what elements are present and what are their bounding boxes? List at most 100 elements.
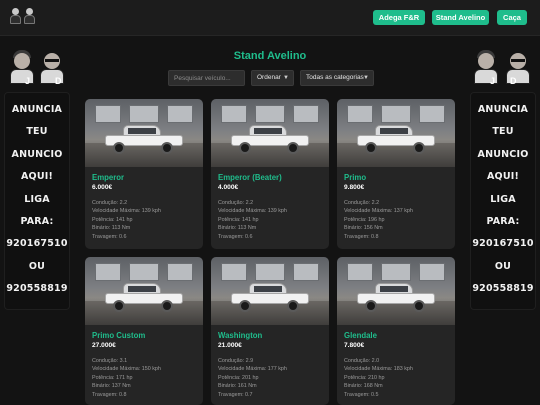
vehicle-image [211, 257, 329, 325]
vehicle-specs: Condução: 2.2 Velocidade Máxima: 139 kph P… [92, 199, 196, 241]
vehicle-spec: Binário: 168 Nm [344, 383, 383, 390]
car-icon [229, 281, 311, 312]
vehicle-spec: Potência: 141 hp [92, 216, 133, 223]
chevron-down-icon: ▼ [283, 75, 289, 81]
vehicle-card[interactable]: Washington 21.000€ Condução: 2.9 Velocidade… [211, 257, 329, 405]
ad-line: AQUI! [20, 171, 53, 183]
vehicle-price: 6.000€ [92, 184, 113, 191]
two-people-logo-icon[interactable] [10, 8, 36, 24]
vehicle-spec: Condução: 2.2 [344, 200, 380, 206]
left-ad-sidebar: J D ANUNCIA TEU ANUNCIO AQUI! LIGA PARA:… [4, 50, 70, 310]
monogram-letter: J [25, 76, 31, 86]
vehicle-spec: Travagem: 0.6 [92, 233, 127, 240]
ad-line: LIGA [490, 193, 516, 205]
vehicle-name: Washington [218, 331, 263, 340]
ad-line: TEU [26, 126, 48, 138]
vehicle-spec: Potência: 196 hp [344, 216, 385, 223]
vehicle-spec: Velocidade Máxima: 137 kph [344, 208, 413, 215]
vehicle-image [337, 99, 455, 167]
vehicle-spec: Potência: 210 hp [344, 374, 385, 381]
vehicle-name: Glendale [344, 331, 377, 340]
vehicle-spec: Binário: 161 Nm [218, 383, 257, 390]
vehicle-specs: Condução: 2.0 Velocidade Máxima: 183 kph P… [344, 357, 448, 399]
monogram-letter: D [510, 76, 517, 86]
car-icon [355, 281, 437, 312]
ad-panel: ANUNCIA TEU ANUNCIO AQUI! LIGA PARA: 920… [4, 92, 70, 310]
monogram-letter: D [55, 76, 62, 86]
vehicle-spec: Condução: 2.0 [344, 358, 380, 364]
vehicle-spec: Velocidade Máxima: 183 kph [344, 366, 413, 373]
vehicle-price: 27.000€ [92, 342, 116, 349]
ad-line: PARA: [20, 215, 54, 227]
vehicle-specs: Condução: 3.1 Velocidade Máxima: 150 kph P… [92, 357, 196, 399]
monogram-letter: J [490, 76, 496, 86]
vehicle-spec: Binário: 156 Nm [344, 225, 383, 232]
vehicle-spec: Velocidade Máxima: 139 kph [218, 208, 287, 215]
ad-line: TEU [492, 126, 514, 138]
nav-button-adega[interactable]: Adega F&R [373, 10, 425, 25]
vehicle-spec: Travagem: 0.5 [344, 391, 379, 398]
vehicle-price: 7.800€ [344, 342, 365, 349]
vehicle-price: 4.000€ [218, 184, 239, 191]
search-input[interactable] [168, 70, 245, 86]
vehicle-card[interactable]: Glendale 7.800€ Condução: 2.0 Velocidade Má… [337, 257, 455, 405]
vehicle-name: Emperor (Beater) [218, 173, 282, 182]
ad-line: LIGA [24, 193, 50, 205]
car-icon [355, 123, 437, 154]
sort-select[interactable]: Ordenar ▼ [251, 70, 294, 86]
vehicle-spec: Velocidade Máxima: 139 kph [92, 208, 161, 215]
ad-phone: 920558819 [6, 283, 68, 295]
vehicle-spec: Travagem: 0.6 [218, 233, 253, 240]
category-select-label: Todas as categorias [306, 74, 364, 81]
vehicle-spec: Travagem: 0.8 [344, 233, 379, 240]
vehicle-spec: Condução: 2.9 [218, 358, 254, 364]
ad-phone: 920558819 [472, 283, 534, 295]
vehicle-spec: Potência: 201 hp [218, 374, 259, 381]
vehicle-spec: Travagem: 0.7 [218, 391, 253, 398]
ad-line: ANUNCIO [11, 148, 63, 160]
ad-line: ANUNCIA [477, 104, 529, 115]
ad-line: ANUNCIA [11, 104, 63, 115]
vehicle-spec: Condução: 3.1 [92, 358, 128, 364]
ad-line: PARA: [486, 215, 520, 227]
person-with-cap-icon [10, 50, 34, 84]
vehicle-name: Primo [344, 173, 367, 182]
vehicle-spec: Condução: 2.2 [92, 200, 128, 206]
vehicle-price: 9.800€ [344, 184, 365, 191]
vehicle-spec: Binário: 113 Nm [218, 225, 257, 232]
vehicle-spec: Velocidade Máxima: 150 kph [92, 366, 161, 373]
avatar-pair: J D [470, 50, 536, 92]
car-icon [103, 123, 185, 154]
car-icon [229, 123, 311, 154]
vehicle-name: Emperor [92, 173, 125, 182]
nav-button-stand-avelino[interactable]: Stand Avelino [432, 10, 489, 25]
chevron-down-icon: ▼ [363, 75, 369, 81]
vehicle-spec: Travagem: 0.8 [92, 391, 127, 398]
vehicle-card[interactable]: Emperor 6.000€ Condução: 2.2 Velocidade Máx… [85, 99, 203, 249]
vehicle-spec: Potência: 141 hp [218, 216, 259, 223]
vehicle-image [211, 99, 329, 167]
ad-panel: ANUNCIA TEU ANUNCIO AQUI! LIGA PARA: 920… [470, 92, 536, 310]
nav-button-caca[interactable]: Caça [497, 10, 527, 25]
top-bar: Adega F&R Stand Avelino Caça [0, 0, 540, 36]
ad-line: AQUI! [486, 171, 519, 183]
vehicle-image [85, 257, 203, 325]
ad-phone: 920167510 [472, 238, 534, 250]
page-title: Stand Avelino [233, 50, 307, 62]
ad-line: OU [28, 260, 46, 272]
vehicle-price: 21.000€ [218, 342, 242, 349]
vehicle-name: Primo Custom [92, 331, 146, 340]
category-select[interactable]: Todas as categorias ▼ [300, 70, 374, 86]
vehicle-spec: Condução: 2.2 [218, 200, 254, 206]
ad-phone: 920167510 [6, 238, 68, 250]
vehicle-specs: Condução: 2.2 Velocidade Máxima: 137 kph P… [344, 199, 448, 241]
ad-line: OU [494, 260, 512, 272]
sort-select-label: Ordenar [257, 74, 281, 81]
vehicle-card[interactable]: Emperor (Beater) 4.000€ Condução: 2.2 Veloc… [211, 99, 329, 249]
vehicle-card[interactable]: Primo 9.800€ Condução: 2.2 Velocidade Máxim… [337, 99, 455, 249]
vehicle-card[interactable]: Primo Custom 27.000€ Condução: 3.1 Velocida… [85, 257, 203, 405]
vehicle-specs: Condução: 2.2 Velocidade Máxima: 139 kph P… [218, 199, 322, 241]
car-icon [103, 281, 185, 312]
vehicle-spec: Potência: 171 hp [92, 374, 133, 381]
vehicle-specs: Condução: 2.9 Velocidade Máxima: 177 kph P… [218, 357, 322, 399]
